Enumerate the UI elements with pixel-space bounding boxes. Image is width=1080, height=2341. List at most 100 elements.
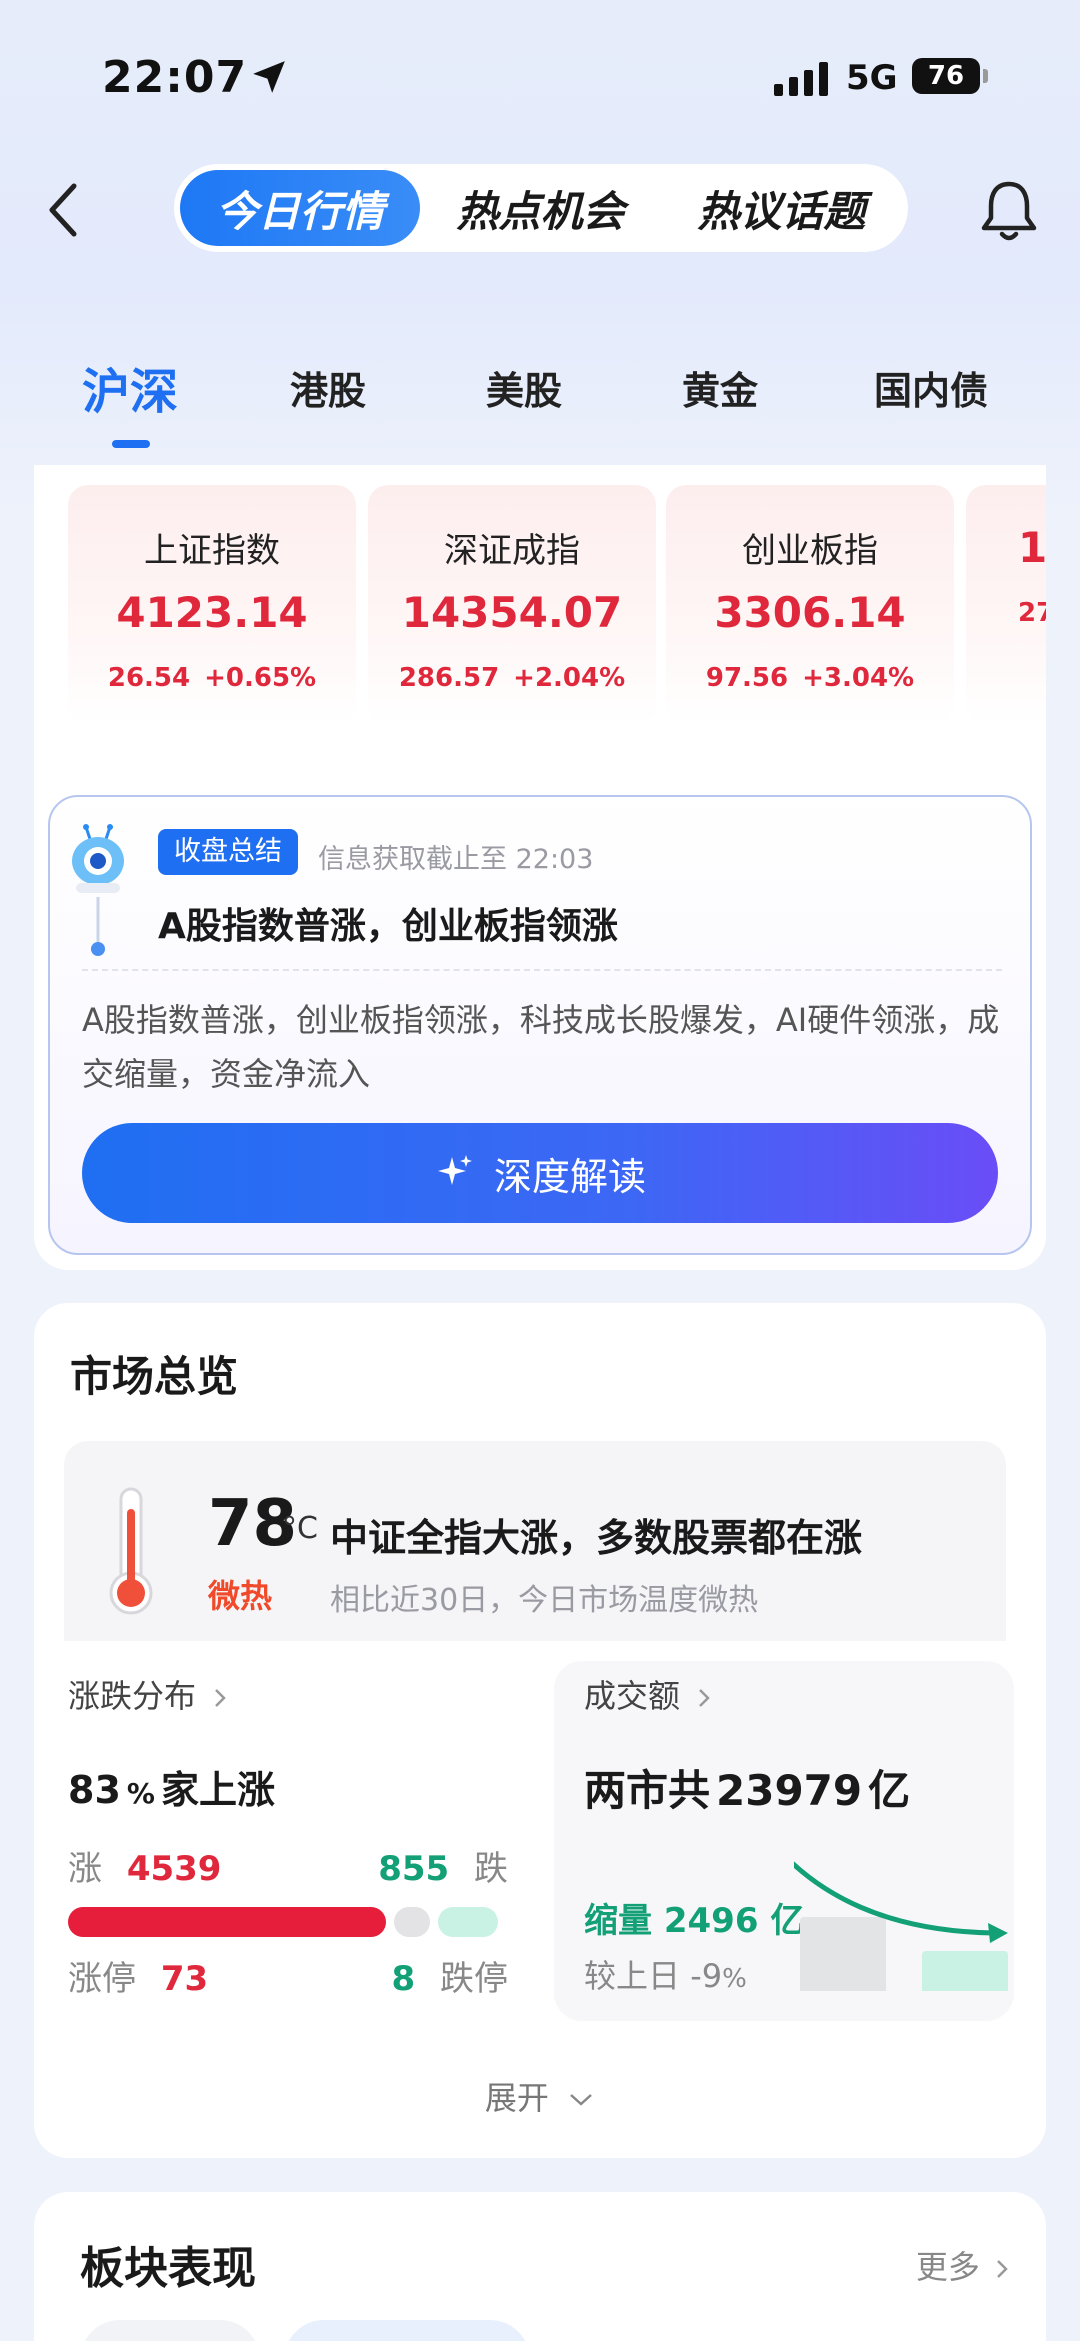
up-label: 涨 — [68, 1849, 102, 1889]
index-card-sse[interactable]: 上证指数 4123.14 26.54 +0.65% — [68, 485, 356, 725]
limit-down-count: 8 — [391, 1959, 416, 1999]
turnover-amount: 23979 — [716, 1766, 863, 1815]
closing-summary-card[interactable]: 收盘总结 信息获取截止至 22:03 A股指数普涨，创业板指领涨 A股指数普涨，… — [48, 795, 1032, 1255]
bell-icon[interactable] — [978, 178, 1040, 244]
rise-fall-bar — [68, 1907, 498, 1937]
summary-title: A股指数普涨，创业板指领涨 — [158, 906, 618, 947]
temperature-unit: °C — [282, 1511, 318, 1546]
closing-summary-badge: 收盘总结 — [158, 829, 298, 875]
index-name: 深证成指 — [444, 531, 580, 571]
rise-pct: 83 — [68, 1768, 121, 1812]
location-arrow-icon — [253, 61, 285, 93]
fall-bar-segment — [438, 1907, 498, 1937]
turnover-shrink: 缩量 2496 亿 — [584, 1893, 804, 1942]
sector-performance-panel: 板块表现 更多 — [34, 2192, 1046, 2341]
rise-text: 家上涨 — [160, 1768, 275, 1812]
rise-fall-header-label: 涨跌分布 — [68, 1677, 197, 1715]
sparkle-icon — [437, 1155, 472, 1185]
down-count: 855 — [378, 1849, 450, 1889]
segment-hot-topics[interactable]: 热议话题 — [661, 170, 902, 246]
tab-hong-kong[interactable]: 港股 — [290, 360, 366, 415]
section-title: 市场总览 — [70, 1352, 239, 1401]
index-pct: +2.04% — [513, 663, 626, 693]
rise-percent-text: 83% 家上涨 — [68, 1759, 275, 1814]
limit-up-count: 73 — [160, 1959, 209, 1999]
limit-counts: 涨停 73 8 跌停 — [68, 1951, 508, 2001]
index-change: 26.54 — [107, 663, 191, 693]
index-panel: 上证指数 4123.14 26.54 +0.65% 深证成指 14354.07 2… — [34, 465, 1046, 1270]
cellular-signal-icon — [774, 62, 828, 96]
network-type: 5G — [846, 58, 898, 98]
more-link[interactable]: 更多 — [916, 2242, 1010, 2288]
index-price: 4123.14 — [116, 588, 308, 637]
rise-fall-card[interactable]: 涨跌分布 83% 家上涨 涨 4539 855 跌 涨停 73 8 跌停 — [64, 1661, 526, 2021]
index-card-partial[interactable]: 1 27 — [966, 485, 1046, 725]
segment-hot-opportunities[interactable]: 热点机会 — [420, 170, 661, 246]
chevron-right-icon — [699, 1689, 710, 1707]
rise-fall-header[interactable]: 涨跌分布 — [68, 1671, 228, 1717]
tab-domestic-bonds[interactable]: 国内债 — [874, 360, 988, 415]
sector-chip-active[interactable] — [284, 2320, 530, 2341]
temperature-headline: 中证全指大涨，多数股票都在涨 — [330, 1516, 863, 1560]
trend-arrowhead — [988, 1923, 1008, 1943]
index-price: 3306.14 — [714, 588, 906, 637]
index-card-chinext[interactable]: 创业板指 3306.14 97.56 +3.04% — [666, 485, 954, 725]
turnover-unit: 亿 — [868, 1766, 911, 1815]
previous-day-bar — [800, 1917, 886, 1991]
deep-analysis-label: 深度解读 — [493, 1154, 646, 1199]
turnover-compare: 较上日 -9% — [584, 1951, 747, 1997]
market-overview-panel: 市场总览 78 °C 中证全指大涨，多数股票都在涨 微热 相比近30日，今日市场… — [34, 1303, 1046, 2158]
temperature-level: 微热 — [208, 1577, 273, 1615]
compare-label: 较上日 — [584, 1957, 681, 1995]
index-price: 14354.07 — [401, 588, 623, 637]
market-temperature-card[interactable]: 78 °C 中证全指大涨，多数股票都在涨 微热 相比近30日，今日市场温度微热 — [64, 1441, 1006, 1641]
tab-us-stocks[interactable]: 美股 — [486, 360, 562, 415]
index-change: 97.56 — [705, 663, 789, 693]
turnover-card[interactable]: 成交额 两市共 23979 亿 缩量 2496 亿 较上日 -9% — [554, 1661, 1014, 2021]
expand-button[interactable]: 展开 — [34, 2073, 1046, 2119]
limit-up-label: 涨停 — [68, 1959, 136, 1999]
shrink-label: 缩量 — [584, 1901, 652, 1941]
more-label: 更多 — [915, 2248, 980, 2286]
index-change: 27 — [1018, 598, 1046, 628]
summary-body: A股指数普涨，创业板指领涨，科技成长股爆发，AI硬件领涨，成交缩量，资金净流入 — [82, 1001, 1000, 1093]
flat-bar-segment — [394, 1907, 430, 1937]
rise-pct-suffix: % — [126, 1777, 155, 1810]
active-tab-indicator — [112, 440, 150, 448]
today-bar — [922, 1951, 1008, 1991]
tab-shanghai-shenzhen[interactable]: 沪深 — [82, 352, 178, 422]
chevron-right-icon — [215, 1689, 226, 1707]
index-price: 1 — [1018, 523, 1046, 572]
shrink-amount: 2496 — [663, 1901, 759, 1941]
index-card-szse[interactable]: 深证成指 14354.07 286.57 +2.04% — [368, 485, 656, 725]
index-pct: +3.04% — [802, 663, 915, 693]
chevron-right-icon — [997, 2260, 1008, 2278]
back-icon[interactable] — [40, 180, 90, 240]
status-bar: 22:07 5G 76 — [0, 52, 1080, 112]
turnover-mini-chart — [794, 1861, 1008, 1991]
turnover-header[interactable]: 成交额 — [584, 1671, 712, 1717]
deep-analysis-button[interactable]: 深度解读 — [82, 1123, 998, 1223]
turnover-header-label: 成交额 — [584, 1677, 681, 1715]
turnover-prefix: 两市共 — [584, 1766, 711, 1815]
top-nav: 今日行情 热点机会 热议话题 — [0, 160, 1080, 260]
sector-chip[interactable] — [80, 2320, 260, 2341]
chevron-down-icon — [570, 2094, 592, 2106]
rise-bar-segment — [68, 1907, 386, 1937]
index-change: 286.57 — [398, 663, 500, 693]
segment-control: 今日行情 热点机会 热议话题 — [174, 164, 908, 252]
section-title: 板块表现 — [80, 2243, 256, 2294]
compare-unit: % — [722, 1964, 747, 1994]
summary-timestamp: 信息获取截止至 22:03 — [318, 844, 594, 875]
down-label: 跌 — [474, 1849, 508, 1889]
market-tabs: 沪深 港股 美股 黄金 国内债 — [0, 360, 1080, 450]
thermometer-icon — [109, 1487, 153, 1615]
index-name: 上证指数 — [144, 531, 280, 571]
tab-gold[interactable]: 黄金 — [682, 360, 758, 415]
limit-down-label: 跌停 — [440, 1959, 508, 1999]
turnover-total: 两市共 23979 亿 — [584, 1757, 910, 1818]
robot-mascot-icon — [72, 824, 124, 956]
battery-icon: 76 — [912, 58, 988, 94]
index-pct: +0.65% — [204, 663, 317, 693]
segment-today-market[interactable]: 今日行情 — [180, 170, 420, 246]
